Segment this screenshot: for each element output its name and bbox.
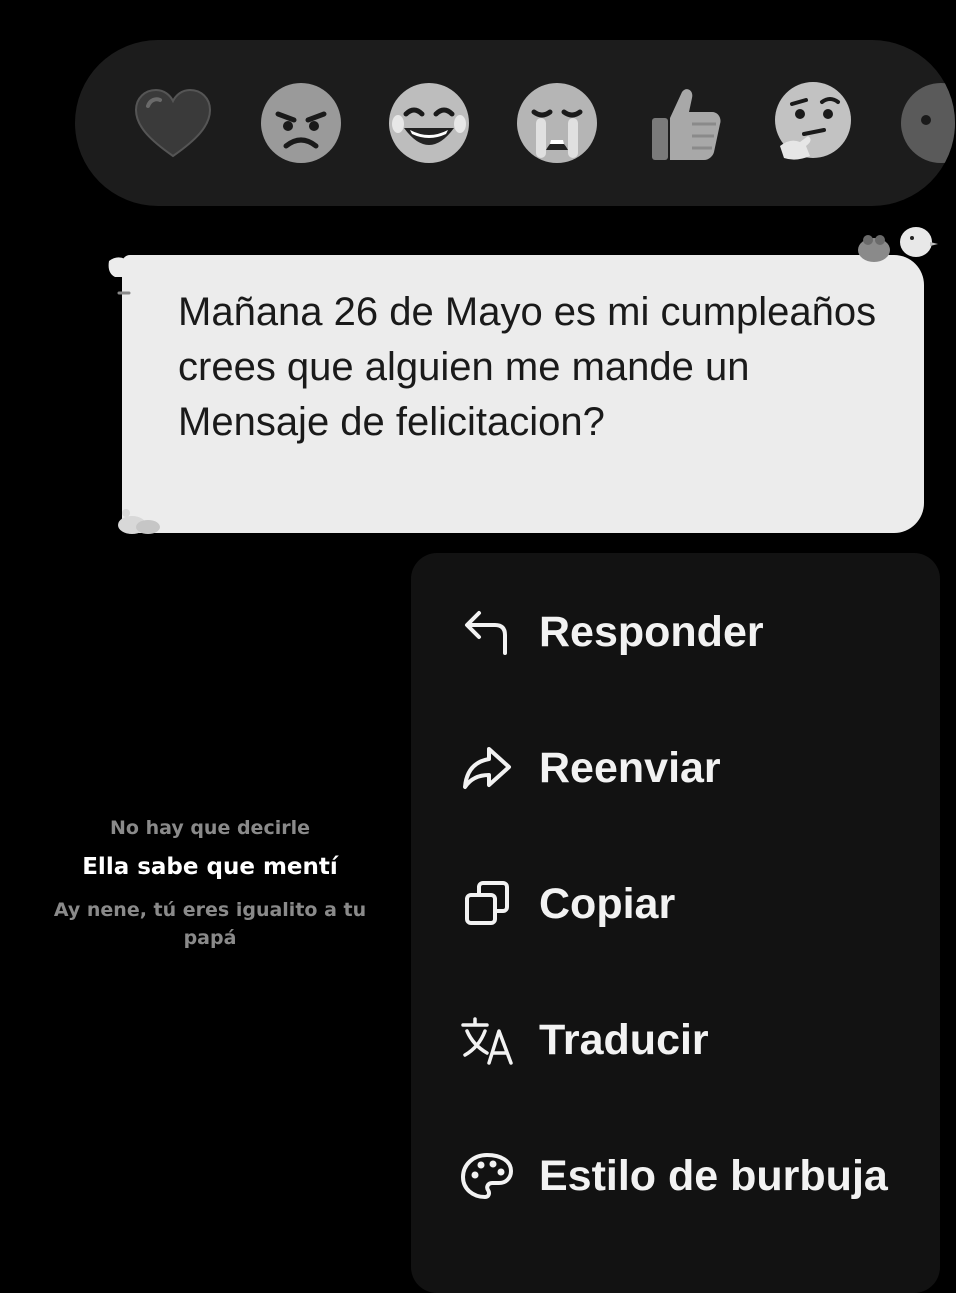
menu-item-label: Reenviar: [539, 744, 721, 792]
bubble-decoration-top-left: [105, 255, 145, 295]
bubble-decoration-bottom-left: [112, 505, 170, 537]
message-bubble[interactable]: Mañana 26 de Mayo es mi cumpleaños crees…: [122, 255, 924, 533]
laughing-face-icon[interactable]: [386, 80, 472, 166]
lyrics-next-line: Ay nene, tú eres igualito a tu papá: [53, 899, 367, 949]
angry-face-icon[interactable]: [258, 80, 344, 166]
menu-item-copy[interactable]: Copiar: [411, 849, 940, 959]
menu-item-label: Copiar: [539, 880, 676, 928]
menu-item-label: Estilo de burbuja: [539, 1152, 888, 1200]
menu-item-bubble-style[interactable]: Estilo de burbuja: [411, 1121, 940, 1231]
menu-item-forward[interactable]: Reenviar: [411, 713, 940, 823]
menu-item-translate[interactable]: Traducir: [411, 985, 940, 1095]
message-context-menu: Responder Reenviar Copiar Traducir Estil…: [411, 553, 940, 1293]
bubble-decoration-top-right: [852, 222, 940, 268]
forward-icon: [459, 741, 515, 795]
copy-icon: [459, 877, 515, 931]
message-text: Mañana 26 de Mayo es mi cumpleaños crees…: [178, 290, 877, 444]
reply-icon: [459, 605, 515, 659]
more-reactions-icon[interactable]: [898, 80, 955, 166]
menu-item-label: Traducir: [539, 1016, 709, 1064]
menu-item-label: Responder: [539, 608, 764, 656]
menu-item-reply[interactable]: Responder: [411, 577, 940, 687]
translate-icon: [459, 1013, 515, 1067]
palette-icon: [459, 1149, 515, 1203]
thinking-face-icon[interactable]: [770, 80, 856, 166]
crying-face-icon[interactable]: [514, 80, 600, 166]
lyrics-previous-line: No hay que decirle: [110, 817, 310, 839]
reaction-bar: [75, 40, 955, 206]
heart-icon[interactable]: [130, 80, 216, 166]
lyrics-current-line: Ella sabe que mentí: [82, 854, 338, 880]
thumbs-up-icon[interactable]: [642, 80, 728, 166]
